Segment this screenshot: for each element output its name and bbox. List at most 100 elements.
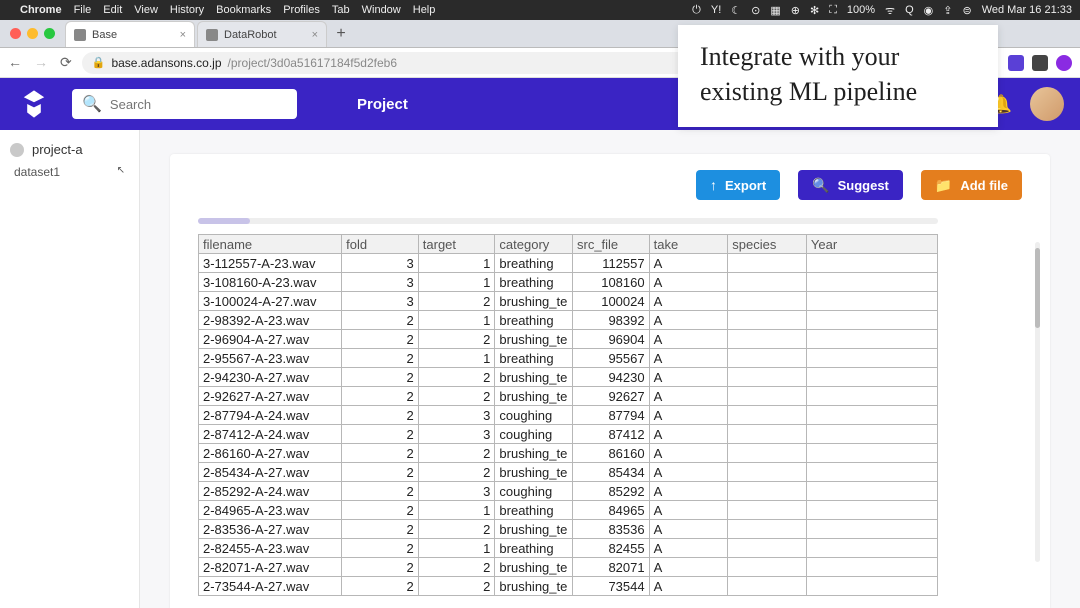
search-input[interactable] [110, 97, 287, 112]
table-row[interactable]: 3-100024-A-27.wav32brushing_te100024A [199, 292, 938, 311]
new-tab-button[interactable]: + [329, 25, 353, 43]
tab-base[interactable]: Base × [65, 21, 195, 47]
table-row[interactable]: 2-85292-A-24.wav23coughing85292A [199, 482, 938, 501]
col-take[interactable]: take [649, 235, 728, 254]
menubar-app[interactable]: Chrome [20, 4, 62, 16]
cell-src-file: 82455 [572, 539, 649, 558]
folder-icon: 📁 [935, 177, 952, 194]
table-row[interactable]: 2-83536-A-27.wav22brushing_te83536A [199, 520, 938, 539]
col-species[interactable]: species [728, 235, 807, 254]
cell-category: breathing [495, 501, 573, 520]
cell-year [806, 577, 937, 596]
cell-fold: 3 [342, 292, 419, 311]
status-icon[interactable]: ▦ [770, 4, 780, 17]
col-year[interactable]: Year [806, 235, 937, 254]
status-icon[interactable]: ⊙ [751, 4, 760, 17]
table-row[interactable]: 3-112557-A-23.wav31breathing112557A [199, 254, 938, 273]
table-row[interactable]: 2-82071-A-27.wav22brushing_te82071A [199, 558, 938, 577]
status-icon[interactable]: ☾ [731, 4, 741, 17]
extension-icon[interactable] [1056, 55, 1072, 71]
status-icon[interactable]: ⇪ [943, 4, 952, 17]
table-row[interactable]: 2-95567-A-23.wav21breathing95567A [199, 349, 938, 368]
cell-take: A [649, 292, 728, 311]
col-target[interactable]: target [418, 235, 495, 254]
table-row[interactable]: 2-84965-A-23.wav21breathing84965A [199, 501, 938, 520]
status-icon[interactable]: Y! [711, 4, 721, 16]
cell-take: A [649, 406, 728, 425]
table-row[interactable]: 2-96904-A-27.wav22brushing_te96904A [199, 330, 938, 349]
extension-icon[interactable] [1032, 55, 1048, 71]
status-icon[interactable]: ⊕ [791, 4, 800, 17]
cell-fold: 2 [342, 539, 419, 558]
nav-project[interactable]: Project [357, 96, 408, 113]
menu-bookmarks[interactable]: Bookmarks [216, 4, 271, 16]
cell-target: 1 [418, 273, 495, 292]
cell-target: 3 [418, 425, 495, 444]
minimize-window-icon[interactable] [27, 28, 38, 39]
col-category[interactable]: category [495, 235, 573, 254]
extension-icon[interactable] [1008, 55, 1024, 71]
status-icon[interactable]: ᯤ [885, 3, 895, 18]
reload-icon[interactable]: ⟳ [60, 54, 72, 71]
forward-icon[interactable]: → [34, 54, 48, 71]
search-box[interactable]: 🔍 [72, 89, 297, 119]
cell-year [806, 292, 937, 311]
cell-year [806, 539, 937, 558]
menu-edit[interactable]: Edit [103, 4, 122, 16]
cell-category: brushing_te [495, 444, 573, 463]
table-row[interactable]: 2-86160-A-27.wav22brushing_te86160A [199, 444, 938, 463]
close-window-icon[interactable] [10, 28, 21, 39]
add-file-button[interactable]: 📁 Add file [921, 170, 1022, 200]
cell-category: brushing_te [495, 463, 573, 482]
battery-icon[interactable]: 100% [847, 4, 875, 16]
scroll-thumb[interactable] [198, 218, 250, 224]
col-src-file[interactable]: src_file [572, 235, 649, 254]
status-icon[interactable]: ⊜ [962, 4, 971, 17]
table-row[interactable]: 2-85434-A-27.wav22brushing_te85434A [199, 463, 938, 482]
status-icon[interactable]: ✻ [810, 4, 819, 17]
table-row[interactable]: 2-87794-A-24.wav23coughing87794A [199, 406, 938, 425]
menu-window[interactable]: Window [362, 4, 401, 16]
table-row[interactable]: 2-98392-A-23.wav21breathing98392A [199, 311, 938, 330]
scroll-thumb[interactable] [1035, 248, 1040, 328]
table-row[interactable]: 3-108160-A-23.wav31breathing108160A [199, 273, 938, 292]
col-filename[interactable]: filename [199, 235, 342, 254]
cell-take: A [649, 558, 728, 577]
close-tab-icon[interactable]: × [180, 29, 186, 41]
avatar[interactable] [1030, 87, 1064, 121]
status-icon[interactable]: Q [905, 4, 914, 16]
status-icon[interactable]: ⛶ [829, 4, 837, 17]
sidebar-project[interactable]: project-a [0, 138, 139, 161]
cell-target: 2 [418, 292, 495, 311]
status-icon[interactable]: ⏻ [692, 4, 701, 17]
menu-history[interactable]: History [170, 4, 204, 16]
table-row[interactable]: 2-92627-A-27.wav22brushing_te92627A [199, 387, 938, 406]
menu-profiles[interactable]: Profiles [283, 4, 320, 16]
menu-help[interactable]: Help [413, 4, 436, 16]
cell-fold: 2 [342, 387, 419, 406]
cell-src-file: 87794 [572, 406, 649, 425]
app-logo-icon[interactable] [16, 86, 52, 122]
vertical-scrollbar[interactable] [1035, 242, 1040, 562]
menu-tab[interactable]: Tab [332, 4, 350, 16]
table-row[interactable]: 2-73544-A-27.wav22brushing_te73544A [199, 577, 938, 596]
col-fold[interactable]: fold [342, 235, 419, 254]
table-row[interactable]: 2-87412-A-24.wav23coughing87412A [199, 425, 938, 444]
maximize-window-icon[interactable] [44, 28, 55, 39]
tab-datarobot[interactable]: DataRobot × [197, 21, 327, 47]
back-icon[interactable]: ← [8, 54, 22, 71]
table-row[interactable]: 2-82455-A-23.wav21breathing82455A [199, 539, 938, 558]
cell-fold: 2 [342, 463, 419, 482]
menu-view[interactable]: View [134, 4, 158, 16]
suggest-button[interactable]: 🔍 Suggest [798, 170, 903, 200]
export-button[interactable]: ↑ Export [696, 170, 780, 200]
table-row[interactable]: 2-94230-A-27.wav22brushing_te94230A [199, 368, 938, 387]
status-icon[interactable]: ◉ [924, 4, 934, 17]
close-tab-icon[interactable]: × [312, 29, 318, 41]
cell-src-file: 94230 [572, 368, 649, 387]
cell-category: breathing [495, 273, 573, 292]
menubar-clock[interactable]: Wed Mar 16 21:33 [982, 4, 1072, 16]
menu-file[interactable]: File [74, 4, 92, 16]
horizontal-scrollbar[interactable] [198, 218, 938, 224]
sidebar-dataset[interactable]: dataset1 ↖ [0, 161, 139, 183]
